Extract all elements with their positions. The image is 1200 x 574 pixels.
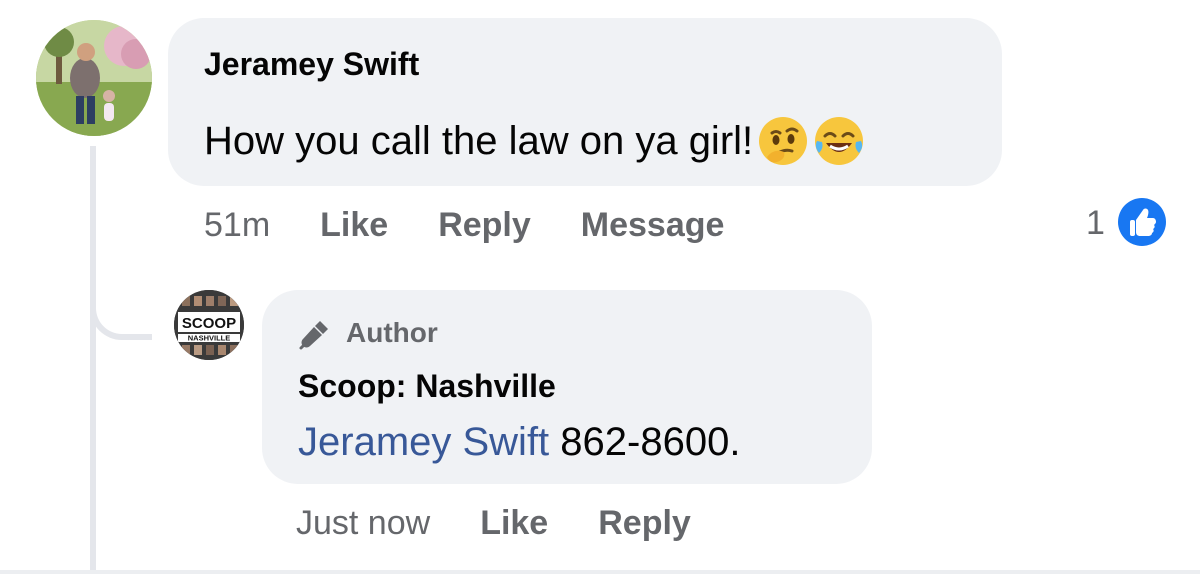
- page-avatar-logo-text: SCOOP: [182, 315, 236, 332]
- mentioned-user-link[interactable]: Jeramey Swift: [298, 420, 549, 464]
- reply-like-button[interactable]: Like: [480, 506, 548, 540]
- commenter-avatar[interactable]: [36, 20, 152, 136]
- comment-body-text: How you call the law on ya girl!: [204, 119, 754, 163]
- reply-thread-connector: [90, 250, 152, 340]
- tears-of-joy-icon: [813, 115, 865, 167]
- reply-actions: Just now Like Reply: [296, 506, 741, 540]
- page-avatar[interactable]: SCOOP NASHVILLE: [174, 290, 244, 360]
- comment-timestamp[interactable]: 51m: [204, 208, 270, 242]
- comment-reply-button[interactable]: Reply: [438, 208, 531, 242]
- bottom-divider: [0, 570, 1200, 574]
- author-badge: Author: [298, 315, 438, 351]
- reply-text: Jeramey Swift 862-8600.: [298, 422, 740, 462]
- reply-body-text: 862-8600.: [549, 420, 741, 464]
- author-badge-label: Author: [346, 317, 438, 348]
- comment-text: How you call the law on ya girl!: [204, 115, 865, 167]
- thinking-face-icon: [757, 115, 809, 167]
- park-photo-icon: [36, 20, 152, 136]
- reaction-count[interactable]: 1: [1086, 206, 1105, 240]
- comment-like-button[interactable]: Like: [320, 208, 388, 242]
- reply-reply-button[interactable]: Reply: [598, 506, 691, 540]
- reply-timestamp[interactable]: Just now: [296, 506, 430, 540]
- like-icon[interactable]: [1118, 198, 1166, 246]
- microphone-icon: [299, 321, 328, 350]
- page-avatar-logo-subtext: NASHVILLE: [188, 334, 231, 343]
- thread-line: [90, 146, 96, 574]
- comment-actions: 51m Like Reply Message: [204, 208, 774, 242]
- comment-author-name[interactable]: Jeramey Swift: [204, 48, 419, 80]
- comment-message-button[interactable]: Message: [581, 208, 725, 242]
- reply-author-name[interactable]: Scoop: Nashville: [298, 370, 556, 402]
